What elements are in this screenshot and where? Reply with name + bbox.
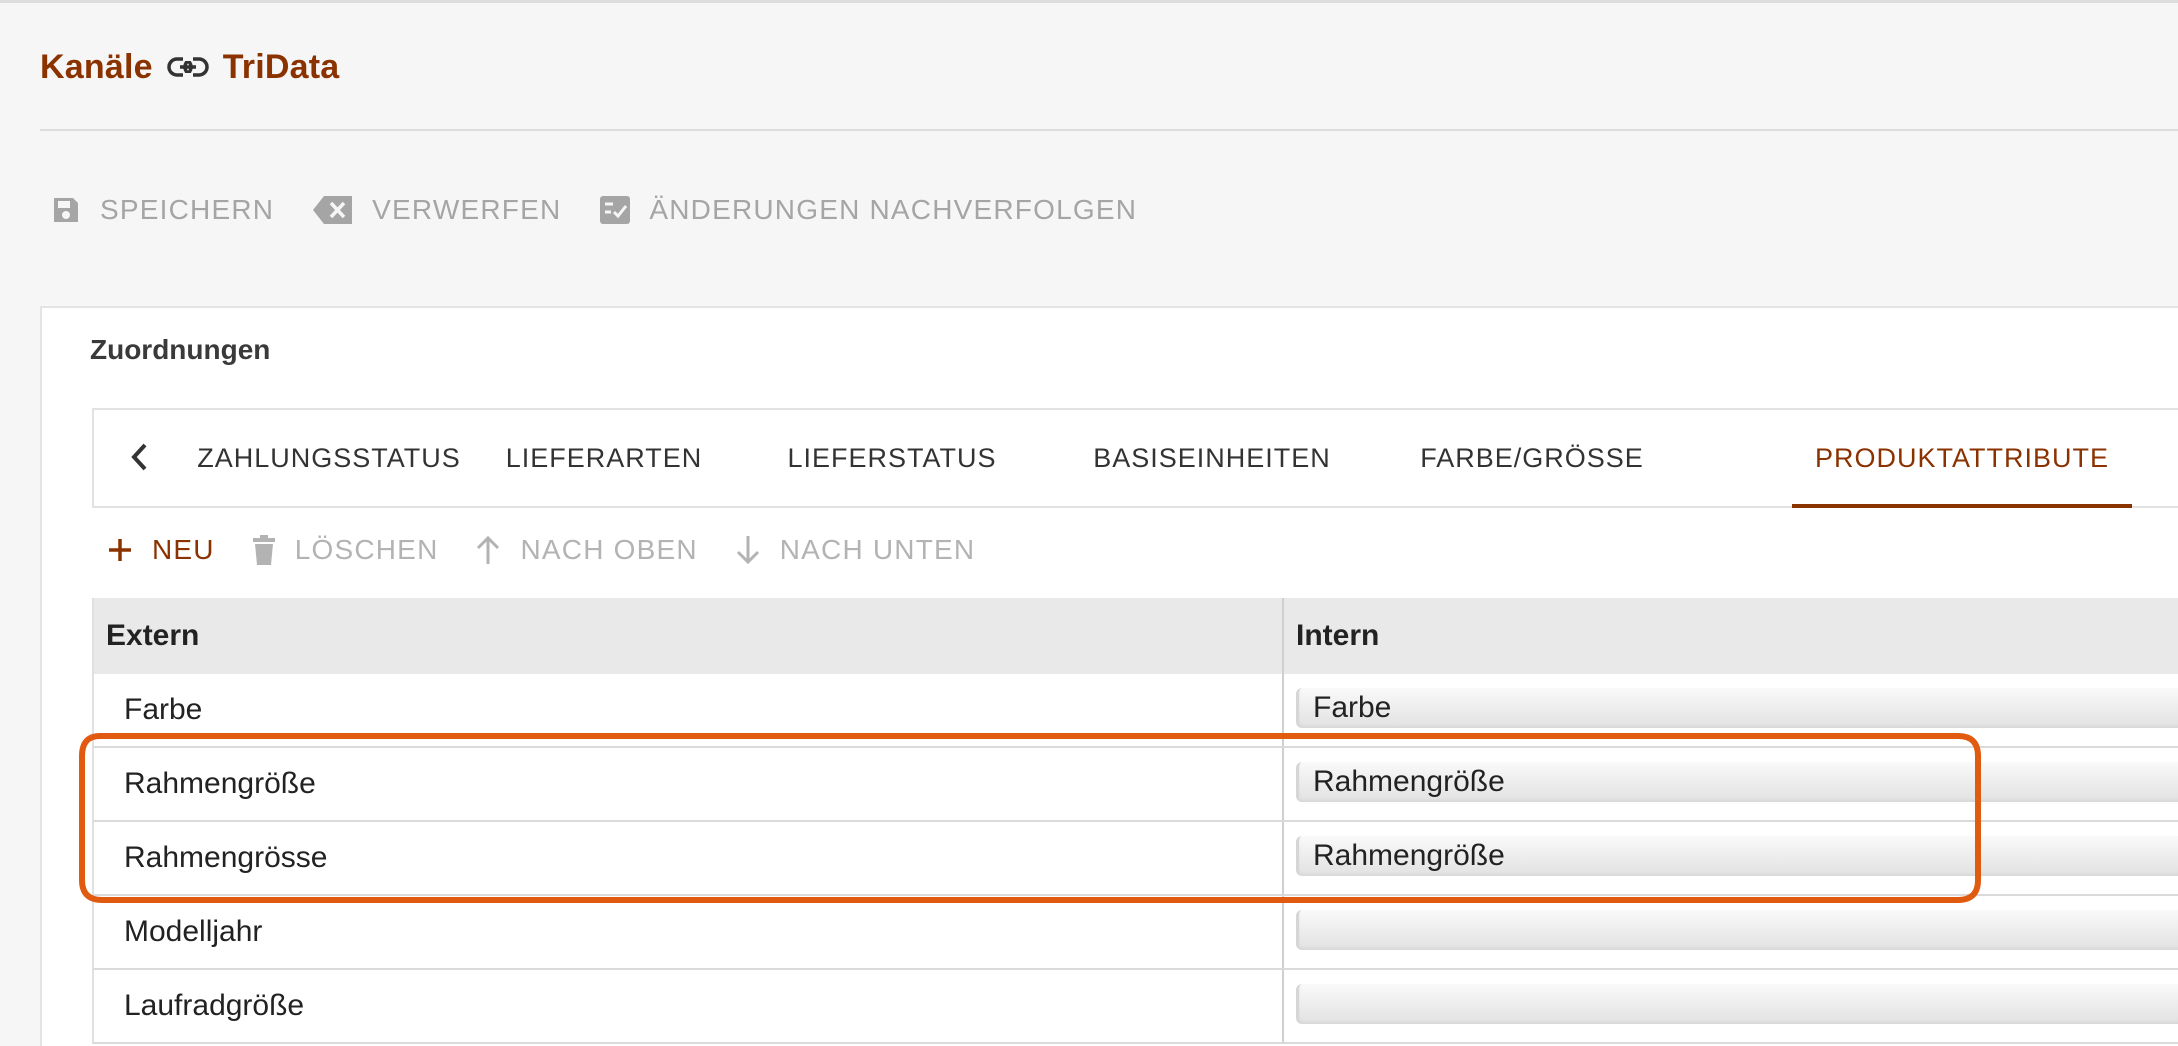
extern-cell[interactable]: Laufradgröße xyxy=(94,970,1284,1042)
move-down-button[interactable]: NACH UNTEN xyxy=(734,534,976,566)
breadcrumb-tridata: TriData xyxy=(222,47,340,86)
table-row[interactable]: Rahmengrösse Rahmengröße xyxy=(92,822,2178,896)
column-header-extern[interactable]: Extern xyxy=(94,598,1284,674)
track-changes-button[interactable]: ÄNDERUNGEN NACHVERFOLGEN xyxy=(599,194,1137,226)
tab-lieferarten[interactable]: LIEFERARTEN xyxy=(476,410,732,506)
window-top-border xyxy=(0,0,2178,3)
breadcrumb-channels[interactable]: Kanäle xyxy=(40,48,153,87)
move-down-label: NACH UNTEN xyxy=(779,534,976,565)
intern-cell: Rahmengröße xyxy=(1284,822,2178,894)
intern-select[interactable]: Rahmengröße xyxy=(1296,836,2178,876)
link-icon xyxy=(166,55,209,79)
discard-label: VERWERFEN xyxy=(372,194,562,225)
discard-button[interactable]: VERWERFEN xyxy=(312,194,561,226)
tab-lieferstatus[interactable]: LIEFERSTATUS xyxy=(732,410,1052,506)
intern-cell: Farbe xyxy=(1284,674,2178,746)
trash-icon xyxy=(251,534,277,566)
track-changes-label: ÄNDERUNGEN NACHVERFOLGEN xyxy=(649,194,1138,225)
table-row[interactable]: Modelljahr xyxy=(92,896,2178,970)
tab-farbe-groesse[interactable]: FARBE/GRÖSSE xyxy=(1372,410,1692,506)
mappings-card: Zuordnungen ZAHLUNGSSTATUS LIEFERARTEN L… xyxy=(40,306,2178,1046)
arrow-down-icon xyxy=(734,534,762,566)
table-row[interactable]: Laufradgröße xyxy=(92,970,2178,1044)
plus-icon xyxy=(106,536,134,564)
tab-zahlungsstatus[interactable]: ZAHLUNGSSTATUS xyxy=(194,410,464,506)
move-up-label: NACH OBEN xyxy=(520,534,698,565)
new-label: NEU xyxy=(152,534,215,565)
checklist-icon xyxy=(599,194,631,226)
tab-bar: ZAHLUNGSSTATUS LIEFERARTEN LIEFERSTATUS … xyxy=(92,408,2178,508)
save-icon xyxy=(50,194,82,226)
card-title: Zuordnungen xyxy=(90,334,271,365)
column-header-intern[interactable]: Intern xyxy=(1284,598,2178,674)
intern-select[interactable]: Rahmengröße xyxy=(1296,762,2178,802)
new-button[interactable]: NEU xyxy=(106,534,215,566)
extern-cell[interactable]: Rahmengröße xyxy=(94,748,1284,820)
header-divider xyxy=(40,129,2178,131)
intern-cell xyxy=(1284,970,2178,1042)
intern-select[interactable] xyxy=(1296,984,2178,1024)
delete-button[interactable]: LÖSCHEN xyxy=(251,534,439,566)
main-toolbar: SPEICHERN VERWERFEN ÄNDERUNGEN NACHVERFO… xyxy=(50,190,1175,230)
save-button[interactable]: SPEICHERN xyxy=(50,194,274,226)
intern-select[interactable]: Farbe xyxy=(1296,688,2178,728)
chevron-left-icon[interactable] xyxy=(128,440,152,474)
tab-basiseinheiten[interactable]: BASISEINHEITEN xyxy=(1052,410,1372,506)
move-up-button[interactable]: NACH OBEN xyxy=(474,534,697,566)
intern-cell: Rahmengröße xyxy=(1284,748,2178,820)
save-label: SPEICHERN xyxy=(100,194,275,225)
extern-cell[interactable]: Farbe xyxy=(94,674,1284,746)
breadcrumb: Kanäle TriData xyxy=(40,44,339,90)
table-row[interactable]: Rahmengröße Rahmengröße xyxy=(92,748,2178,822)
arrow-up-icon xyxy=(474,534,502,566)
table-row[interactable]: Farbe Farbe xyxy=(92,674,2178,748)
intern-cell xyxy=(1284,896,2178,968)
backspace-icon xyxy=(312,194,354,226)
intern-select[interactable] xyxy=(1296,910,2178,950)
table-header: Extern Intern xyxy=(92,598,2178,674)
tab-produktattribute[interactable]: PRODUKTATTRIBUTE xyxy=(1792,410,2132,506)
delete-label: LÖSCHEN xyxy=(294,534,439,565)
mapping-table: Extern Intern Farbe Farbe Rahmengröße Ra… xyxy=(92,598,2178,1044)
active-tab-indicator xyxy=(1792,504,2132,508)
table-actions: NEU LÖSCHEN NACH OBEN NACH UNTEN xyxy=(106,526,1011,574)
extern-cell[interactable]: Modelljahr xyxy=(94,896,1284,968)
extern-cell[interactable]: Rahmengrösse xyxy=(94,822,1284,894)
